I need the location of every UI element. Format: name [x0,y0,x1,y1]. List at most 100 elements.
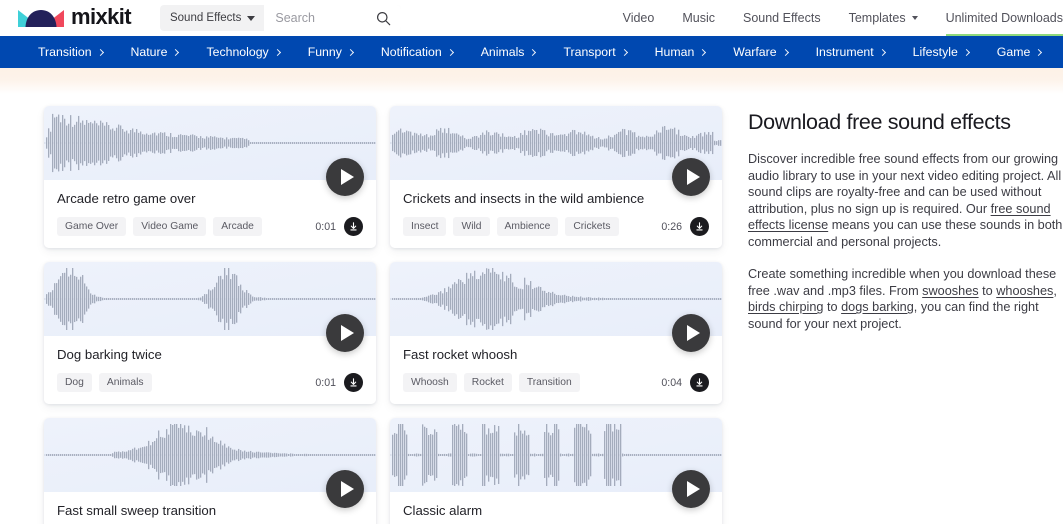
waveform-graphic [390,268,722,330]
play-button[interactable] [326,158,364,196]
category-lifestyle[interactable]: Lifestyle [899,45,983,59]
category-funny[interactable]: Funny [294,45,367,59]
sound-card[interactable]: Classic alarm [390,418,722,524]
download-button[interactable] [690,373,709,392]
tag[interactable]: Wild [453,217,490,236]
play-button[interactable] [672,314,710,352]
download-icon [350,378,357,387]
chevron-right-icon [273,48,281,56]
tag[interactable]: Animals [98,373,152,392]
dogs-barking-link[interactable]: dogs barking [841,300,914,314]
tag[interactable]: Game Over [57,217,127,236]
waveform-preview[interactable] [44,262,376,336]
tag[interactable]: Insect [403,217,447,236]
chevron-right-icon [699,48,707,56]
chevron-right-icon [962,48,970,56]
download-button[interactable] [344,373,363,392]
swooshes-link[interactable]: swooshes [922,284,978,298]
paragraph-text: to [978,283,997,298]
tag[interactable]: Video Game [133,217,207,236]
category-label: Instrument [815,45,874,59]
tag-row: Dog Animals 0:01 [57,373,363,392]
category-label: Nature [130,45,168,59]
nav-item-music[interactable]: Music [682,0,715,36]
sidebar-paragraph-1: Discover incredible free sound effects f… [748,151,1063,250]
tag[interactable]: Ambience [496,217,559,236]
category-label: Funny [307,45,342,59]
category-transition[interactable]: Transition [38,45,117,59]
main-content: Arcade retro game over Game Over Video G… [0,94,1063,524]
category-label: Transport [563,45,616,59]
search-category-dropdown[interactable]: Sound Effects [160,5,264,31]
chevron-right-icon [172,48,180,56]
nav-item-unlimited-downloads[interactable]: Unlimited Downloads [945,0,1063,36]
category-animals[interactable]: Animals [467,45,550,59]
waveform-preview[interactable] [44,418,376,492]
waveform-preview[interactable] [44,106,376,180]
sound-card[interactable]: Fast small sweep transition Sweep Swoosh… [44,418,376,524]
sound-card[interactable]: Fast rocket whoosh Whoosh Rocket Transit… [390,262,722,404]
category-label: Notification [380,45,442,59]
chevron-right-icon [529,48,537,56]
chevron-right-icon [1035,48,1043,56]
download-button[interactable] [344,217,363,236]
category-nature[interactable]: Nature [117,45,193,59]
play-icon [340,169,354,185]
sidebar-heading: Download free sound effects [748,110,1011,134]
waveform-preview[interactable] [390,262,722,336]
search-input[interactable] [275,11,376,25]
tag[interactable]: Transition [518,373,580,392]
category-technology[interactable]: Technology [192,45,293,59]
nav-item-video[interactable]: Video [623,0,655,36]
sound-title: Fast small sweep transition [57,503,217,518]
category-transport[interactable]: Transport [549,45,640,59]
nav-item-label: Templates [848,11,906,25]
play-button[interactable] [326,470,364,508]
sound-title: Dog barking twice [57,347,162,362]
waveform-preview[interactable] [390,106,722,180]
tag[interactable]: Arcade [213,217,262,236]
play-icon [686,325,700,341]
category-game[interactable]: Game [983,45,1056,59]
tag[interactable]: Dog [57,373,92,392]
play-button[interactable] [672,470,710,508]
search-field[interactable] [264,5,402,31]
chevron-down-icon [911,16,918,20]
tag[interactable]: Whoosh [403,373,457,392]
whooshes-link[interactable]: whooshes [996,284,1053,298]
play-button[interactable] [326,314,364,352]
mixkit-logo-icon [18,9,64,27]
category-label: Transition [38,45,92,59]
birds-chirping-link[interactable]: birds chirping [748,300,823,314]
waveform-graphic [44,113,376,173]
waveform-preview[interactable] [390,418,722,492]
play-button[interactable] [672,158,710,196]
category-warfare[interactable]: Warfare [719,45,801,59]
search-icon[interactable] [376,11,391,26]
sound-card-grid: Arcade retro game over Game Over Video G… [44,106,722,524]
paragraph-text: to [823,300,842,314]
download-icon [696,378,703,387]
top-navigation: Video Music Sound Effects Templates Unli… [623,0,1063,36]
tag[interactable]: Crickets [565,217,619,236]
category-more[interactable]: More [1055,45,1063,59]
logo-wordmark: mixkit [71,4,132,29]
category-nav-bar: Transition Nature Technology Funny Notif… [0,36,1063,68]
category-human[interactable]: Human [641,45,720,59]
category-label: Game [996,45,1031,59]
download-icon [696,222,703,231]
sound-card[interactable]: Dog barking twice Dog Animals 0:01 [44,262,376,404]
search-bar[interactable]: Sound Effects [159,5,402,31]
chevron-right-icon [878,48,886,56]
download-button[interactable] [690,217,709,236]
tag-row: Insect Wild Ambience Crickets 0:26 [403,217,709,236]
sound-card[interactable]: Crickets and insects in the wild ambienc… [390,106,722,248]
category-notification[interactable]: Notification [367,45,467,59]
nav-item-label: Unlimited Downloads [945,11,1063,25]
sound-card[interactable]: Arcade retro game over Game Over Video G… [44,106,376,248]
tag[interactable]: Rocket [463,373,512,392]
category-instrument[interactable]: Instrument [802,45,899,59]
logo[interactable]: mixkit [18,4,132,31]
nav-item-templates[interactable]: Templates [849,0,918,36]
nav-item-sound-effects[interactable]: Sound Effects [743,0,821,36]
